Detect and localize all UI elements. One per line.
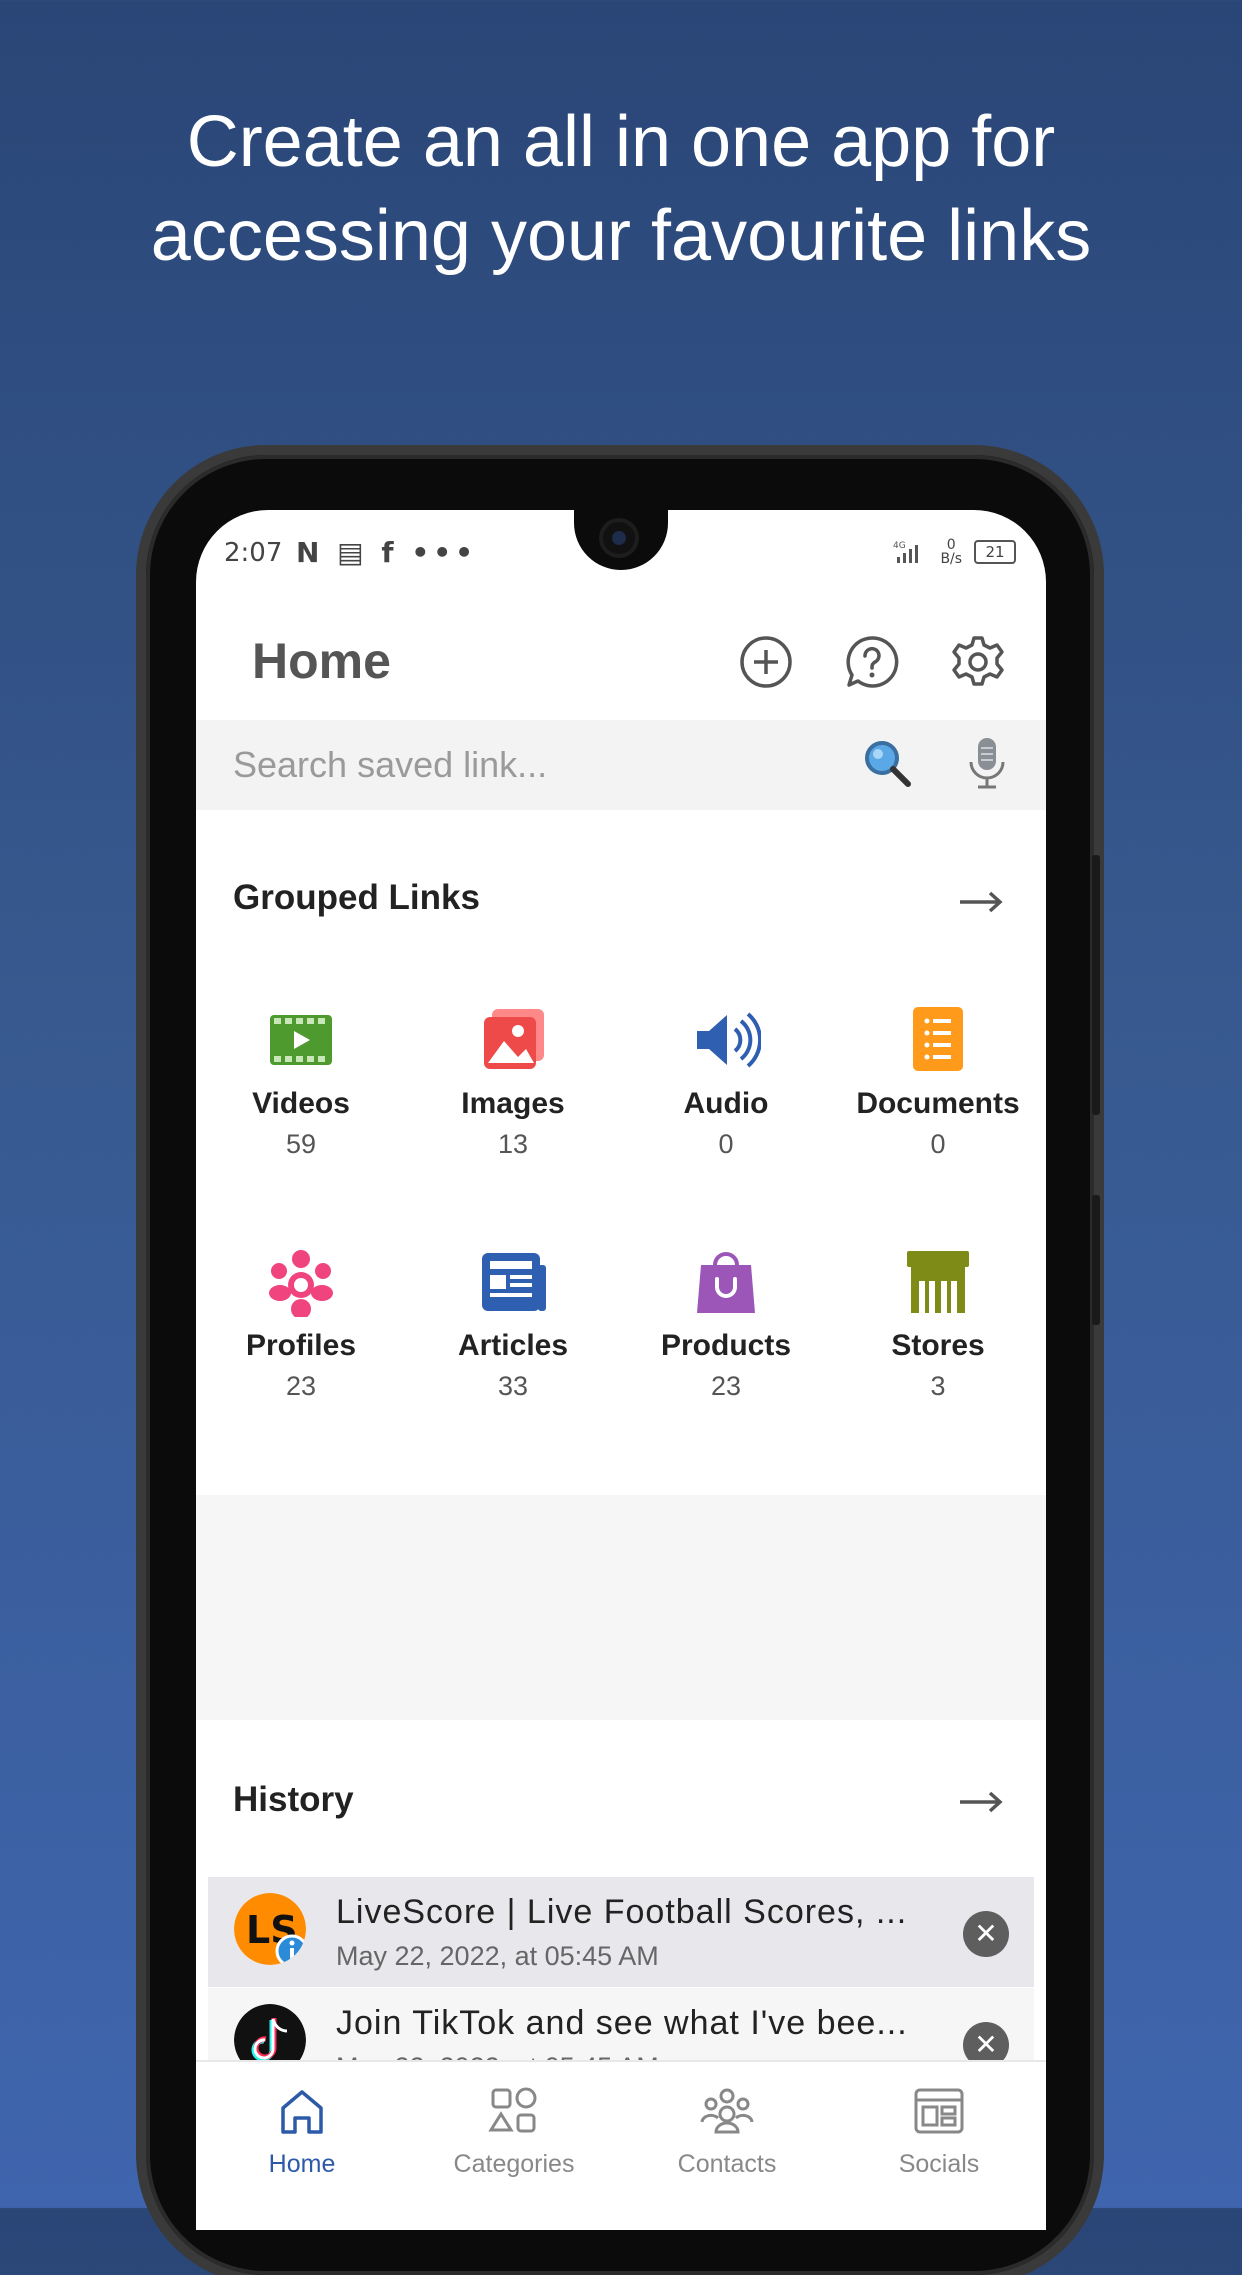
- group-audio[interactable]: Audio 0: [621, 1005, 831, 1160]
- help-icon[interactable]: [842, 632, 902, 692]
- group-label: Products: [660, 1329, 792, 1362]
- power-button: [1092, 1195, 1100, 1325]
- phone-screen: 2:07 N ▤ f ••• 4G 0 B/s 21 Home Search s…: [196, 510, 1046, 2230]
- history-item[interactable]: LS LiveScore | Live Football Scores, ...…: [208, 1877, 1034, 1987]
- profiles-icon: [269, 1250, 333, 1317]
- group-count: 0: [930, 1129, 946, 1159]
- home-icon: [281, 2090, 323, 2134]
- livescore-logo-icon: LS: [234, 1893, 306, 1965]
- nav-contacts[interactable]: Contacts: [621, 2084, 833, 2179]
- group-count: 0: [718, 1129, 734, 1159]
- group-count: 59: [285, 1129, 317, 1159]
- bottom-navigation: Home Categories Contacts Socials: [196, 2060, 1046, 2230]
- headline-line-1: Create an all in one app for: [186, 102, 1056, 182]
- network-speed: 0 B/s: [940, 537, 963, 567]
- history-section: History LS LiveScore | Live Football Sco…: [196, 1720, 1046, 2098]
- search-bar[interactable]: Search saved link...: [196, 720, 1046, 810]
- arrow-right-icon[interactable]: [958, 1787, 1004, 1817]
- history-title: History: [233, 1780, 354, 1819]
- nav-socials[interactable]: Socials: [833, 2084, 1045, 2179]
- volume-button: [1092, 855, 1100, 1115]
- nav-label: Socials: [898, 2150, 980, 2178]
- microphone-icon[interactable]: [958, 734, 1016, 792]
- socials-icon: [914, 2088, 964, 2134]
- nav-home[interactable]: Home: [196, 2084, 408, 2179]
- history-item-date: May 22, 2022, at 05:45 AM: [336, 1941, 659, 1971]
- shopping-bag-icon: [697, 1252, 755, 1313]
- remove-close-icon[interactable]: ✕: [963, 1911, 1009, 1957]
- app-header: Home: [196, 620, 1046, 710]
- image-icon: [484, 1009, 544, 1069]
- history-item-title: LiveScore | Live Football Scores, ...: [336, 1893, 908, 1931]
- group-videos[interactable]: Videos 59: [196, 1005, 406, 1160]
- categories-icon: [488, 2087, 537, 2133]
- search-input[interactable]: Search saved link...: [233, 744, 547, 786]
- group-count: 3: [930, 1371, 946, 1401]
- arrow-right-icon[interactable]: [958, 887, 1004, 917]
- search-icon[interactable]: [858, 734, 916, 792]
- page-title: Home: [252, 633, 391, 689]
- battery-icon: 21: [974, 540, 1016, 564]
- group-products[interactable]: Products 23: [621, 1247, 831, 1402]
- status-right: 4G 0 B/s 21: [893, 538, 1016, 566]
- notification-icons: N ▤ f •••: [296, 536, 478, 569]
- group-articles[interactable]: Articles 33: [408, 1247, 618, 1402]
- headline: Create an all in one app for accessing y…: [0, 95, 1242, 283]
- group-label: Stores: [891, 1329, 985, 1362]
- document-icon: [913, 1007, 963, 1071]
- network-type: 4G: [893, 541, 906, 551]
- signal-icon: 4G: [893, 541, 935, 563]
- nav-label: Contacts: [677, 2150, 777, 2178]
- group-profiles[interactable]: Profiles 23: [196, 1247, 406, 1402]
- video-icon: [270, 1015, 332, 1065]
- history-item-title: Join TikTok and see what I've bee...: [336, 2004, 908, 2042]
- nav-label: Categories: [453, 2150, 575, 2178]
- headline-line-2: accessing your favourite links: [150, 196, 1092, 276]
- group-count: 13: [497, 1129, 529, 1159]
- store-icon: [907, 1251, 969, 1313]
- section-spacer: [196, 1495, 1046, 1720]
- group-label: Audio: [683, 1087, 769, 1120]
- nav-categories[interactable]: Categories: [408, 2084, 620, 2179]
- group-stores[interactable]: Stores 3: [833, 1247, 1043, 1402]
- gear-icon[interactable]: [948, 632, 1008, 692]
- article-icon: [482, 1253, 546, 1311]
- contacts-icon: [700, 2088, 754, 2134]
- nav-label: Home: [268, 2150, 336, 2178]
- group-label: Images: [461, 1087, 565, 1120]
- group-documents[interactable]: Documents 0: [833, 1005, 1043, 1160]
- grouped-links-title: Grouped Links: [233, 878, 480, 917]
- group-label: Documents: [856, 1087, 1020, 1120]
- status-bar: 2:07 N ▤ f ••• 4G 0 B/s 21: [196, 530, 1046, 580]
- group-images[interactable]: Images 13: [408, 1005, 618, 1160]
- audio-icon: [697, 1012, 761, 1068]
- group-label: Articles: [457, 1329, 569, 1362]
- group-count: 33: [497, 1371, 529, 1401]
- grouped-links-section: Grouped Links Videos 59 Images 13 Audio …: [196, 810, 1046, 1495]
- group-label: Videos: [252, 1087, 350, 1120]
- group-count: 23: [285, 1371, 317, 1401]
- group-count: 23: [710, 1371, 742, 1401]
- add-circle-icon[interactable]: [736, 632, 796, 692]
- status-time: 2:07: [224, 538, 283, 568]
- group-label: Profiles: [245, 1329, 357, 1362]
